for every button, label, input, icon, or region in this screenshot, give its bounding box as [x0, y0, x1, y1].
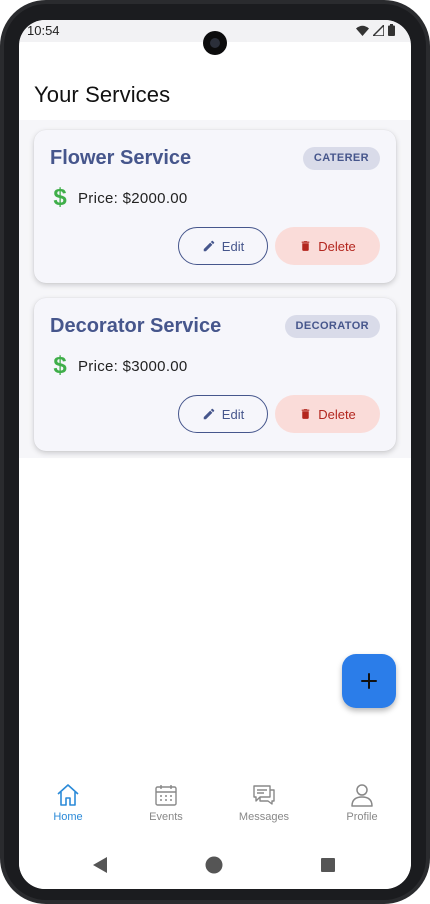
- chat-icon: [253, 785, 275, 805]
- service-card[interactable]: Flower Service CATERER $ Price: $2000.00…: [34, 130, 396, 283]
- edit-label: Edit: [221, 238, 245, 254]
- plus-icon: [361, 673, 377, 689]
- edit-label: Edit: [221, 406, 245, 422]
- price-row: $ Price: $3000.00: [50, 352, 188, 380]
- back-icon[interactable]: [91, 856, 109, 874]
- edit-button[interactable]: Edit: [178, 227, 268, 265]
- service-name: Flower Service: [50, 147, 192, 169]
- service-list: Flower Service CATERER $ Price: $2000.00…: [19, 120, 411, 458]
- trash-icon: [301, 241, 310, 251]
- nav-item-messages[interactable]: Messages: [215, 782, 313, 834]
- status-time: 10:54: [27, 23, 60, 38]
- nav-label: Events: [149, 811, 183, 823]
- calendar-icon: [155, 785, 177, 806]
- delete-button[interactable]: Delete: [275, 227, 380, 265]
- app-screen: 10:54 Your Services Flower Service CATER…: [19, 20, 411, 889]
- category-badge: CATERER: [302, 147, 380, 170]
- nav-label: Home: [53, 811, 83, 823]
- price-row: $ Price: $2000.00: [50, 184, 188, 212]
- pencil-icon: [203, 240, 215, 252]
- bottom-nav: Home Events Messages Profile: [19, 772, 411, 834]
- delete-label: Delete: [318, 238, 356, 254]
- delete-label: Delete: [318, 406, 356, 422]
- nav-label: Messages: [238, 811, 290, 823]
- delete-button[interactable]: Delete: [275, 395, 380, 433]
- dollar-icon: $: [53, 352, 67, 379]
- add-service-button[interactable]: [342, 654, 396, 708]
- price-text: Price: $3000.00: [78, 357, 188, 375]
- person-icon: [351, 784, 373, 807]
- service-card[interactable]: Decorator Service DECORATOR $ Price: $30…: [34, 298, 396, 451]
- edit-button[interactable]: Edit: [178, 395, 268, 433]
- recents-icon[interactable]: [321, 858, 335, 872]
- system-nav-bar: [19, 840, 411, 889]
- front-camera: [203, 31, 227, 55]
- signal-icon: [373, 24, 384, 36]
- nav-item-events[interactable]: Events: [117, 782, 215, 834]
- home-button-icon[interactable]: [205, 856, 223, 874]
- price-text: Price: $2000.00: [78, 189, 188, 207]
- wifi-icon: [356, 25, 369, 36]
- category-badge: DECORATOR: [284, 315, 380, 338]
- nav-item-profile[interactable]: Profile: [313, 782, 411, 834]
- nav-label: Profile: [346, 811, 378, 823]
- page-title: Your Services: [34, 82, 171, 107]
- nav-item-home[interactable]: Home: [19, 782, 117, 834]
- dollar-icon: $: [53, 184, 67, 211]
- status-icons: [356, 24, 395, 36]
- home-icon: [57, 784, 79, 806]
- service-name: Decorator Service: [50, 315, 222, 337]
- pencil-icon: [203, 408, 215, 420]
- trash-icon: [301, 409, 310, 419]
- battery-icon: [388, 24, 395, 36]
